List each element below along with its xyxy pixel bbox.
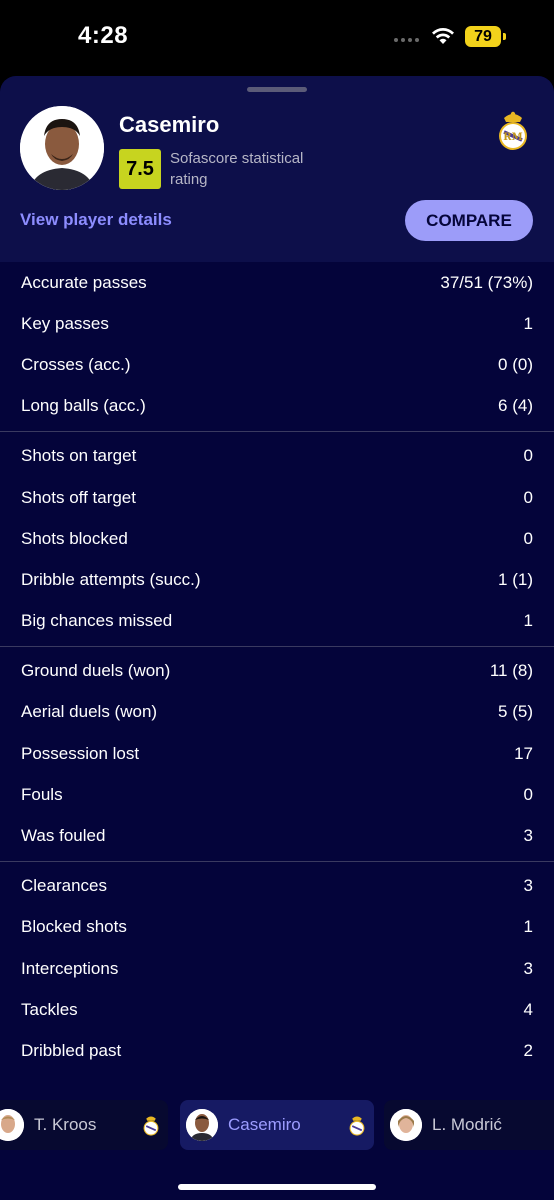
real-madrid-crest-icon	[349, 1116, 365, 1136]
stat-label: Interceptions	[21, 958, 119, 978]
stat-value: 0	[523, 784, 533, 804]
stat-label: Was fouled	[21, 826, 106, 846]
stat-row: Was fouled 3	[0, 815, 554, 856]
stat-value: 3	[523, 876, 533, 896]
stat-row: Clearances 3	[0, 866, 554, 907]
stat-value: 1	[523, 313, 533, 333]
real-madrid-crest-icon	[143, 1116, 159, 1136]
stat-label: Shots on target	[21, 446, 137, 466]
cellular-signal-icon	[394, 38, 419, 42]
stat-group: Shots on target 0 Shots off target 0 Shots b…	[0, 432, 554, 647]
wifi-icon	[432, 28, 454, 44]
player-header: Casemiro 7.5 Sofascore statistical ratin…	[0, 76, 554, 262]
stat-group: Accurate passes 37/51 (73%) Key passes 1 Cro…	[0, 262, 554, 432]
compare-button[interactable]: COMPARE	[405, 200, 533, 241]
stat-label: Ground duels (won)	[21, 661, 171, 681]
stat-row: Dribble attempts (succ.) 1 (1)	[0, 559, 554, 600]
player-chip-modric[interactable]: L. Modrić	[384, 1100, 554, 1150]
stat-label: Accurate passes	[21, 272, 147, 292]
stat-value: 1	[523, 611, 533, 631]
player-stats-sheet: Casemiro 7.5 Sofascore statistical ratin…	[0, 76, 554, 1200]
rating-label: Sofascore statistical rating	[170, 150, 304, 188]
status-bar: 4:28 79	[0, 0, 554, 76]
stat-row: Interceptions 3	[0, 948, 554, 989]
stat-value: 2	[523, 1040, 533, 1060]
stat-row: Accurate passes 37/51 (73%)	[0, 262, 554, 303]
stat-value: 37/51 (73%)	[440, 272, 533, 292]
stat-value: 6 (4)	[498, 396, 533, 416]
player-chip-name: L. Modrić	[432, 1115, 502, 1134]
stat-value: 0	[523, 446, 533, 466]
stat-group: Ground duels (won) 11 (8) Aerial duels (wo…	[0, 647, 554, 862]
stat-value: 11 (8)	[489, 661, 533, 681]
view-player-details-link[interactable]: View player details	[20, 210, 172, 230]
stat-row: Long balls (acc.) 6 (4)	[0, 386, 554, 427]
stat-value: 3	[523, 826, 533, 846]
stat-label: Big chances missed	[21, 611, 173, 631]
stat-label: Clearances	[21, 876, 107, 896]
stats-list: Accurate passes 37/51 (73%) Key passes 1 Cro…	[0, 262, 554, 1076]
stat-label: Possession lost	[21, 743, 140, 763]
stat-row: Blocked shots 1	[0, 907, 554, 948]
player-switcher: T. Kroos Casemiro L. Modrić	[0, 1100, 554, 1154]
stat-value: 5 (5)	[498, 702, 533, 722]
stat-label: Dribble attempts (succ.)	[21, 569, 201, 589]
stat-value: 17	[514, 743, 533, 763]
stat-label: Shots off target	[21, 487, 136, 507]
player-chip-avatar	[186, 1109, 218, 1141]
stat-label: Blocked shots	[21, 917, 127, 937]
player-chip-name: T. Kroos	[34, 1115, 97, 1134]
stat-row: Dribbled past 2	[0, 1030, 554, 1071]
stat-row: Possession lost 17	[0, 733, 554, 774]
stat-label: Tackles	[21, 999, 78, 1019]
battery-icon: 79	[465, 26, 506, 47]
svg-text:RM: RM	[503, 132, 522, 143]
stat-value: 1 (1)	[498, 569, 533, 589]
stat-row: Ground duels (won) 11 (8)	[0, 651, 554, 692]
stat-label: Shots blocked	[21, 528, 128, 548]
stat-row: Shots off target 0	[0, 477, 554, 518]
stat-value: 3	[523, 958, 533, 978]
rating-badge: 7.5	[119, 149, 161, 189]
stat-row: Aerial duels (won) 5 (5)	[0, 692, 554, 733]
stat-row: Fouls 0	[0, 774, 554, 815]
stat-row: Tackles 4	[0, 989, 554, 1030]
stat-label: Aerial duels (won)	[21, 702, 158, 722]
stat-value: 4	[523, 999, 533, 1019]
stat-row: Shots blocked 0	[0, 518, 554, 559]
stat-label: Dribbled past	[21, 1040, 122, 1060]
sheet-grabber[interactable]	[247, 87, 307, 92]
stat-value: 0	[523, 528, 533, 548]
stat-label: Long balls (acc.)	[21, 396, 146, 416]
player-avatar	[20, 106, 104, 190]
stat-row: Key passes 1	[0, 303, 554, 344]
stat-label: Key passes	[21, 313, 109, 333]
stat-value: 0	[523, 487, 533, 507]
battery-level: 79	[474, 27, 492, 45]
player-chip-kroos[interactable]: T. Kroos	[0, 1100, 168, 1150]
home-indicator[interactable]	[178, 1184, 376, 1190]
player-chip-avatar	[390, 1109, 422, 1141]
stat-label: Crosses (acc.)	[21, 354, 131, 374]
player-name: Casemiro	[119, 112, 220, 137]
stat-value: 1	[523, 917, 533, 937]
stat-group: Clearances 3 Blocked shots 1 Interceptions 3 T…	[0, 862, 554, 1076]
stat-row: Big chances missed 1	[0, 601, 554, 642]
stat-value: 0 (0)	[498, 354, 533, 374]
stat-row: Crosses (acc.) 0 (0)	[0, 344, 554, 385]
player-chip-casemiro[interactable]: Casemiro	[180, 1100, 374, 1150]
player-chip-avatar	[0, 1109, 24, 1141]
player-chip-name: Casemiro	[228, 1115, 301, 1134]
real-madrid-crest-icon[interactable]: RM	[496, 108, 530, 152]
stat-row: Shots on target 0	[0, 436, 554, 477]
status-time: 4:28	[78, 22, 129, 49]
stat-label: Fouls	[21, 784, 63, 804]
